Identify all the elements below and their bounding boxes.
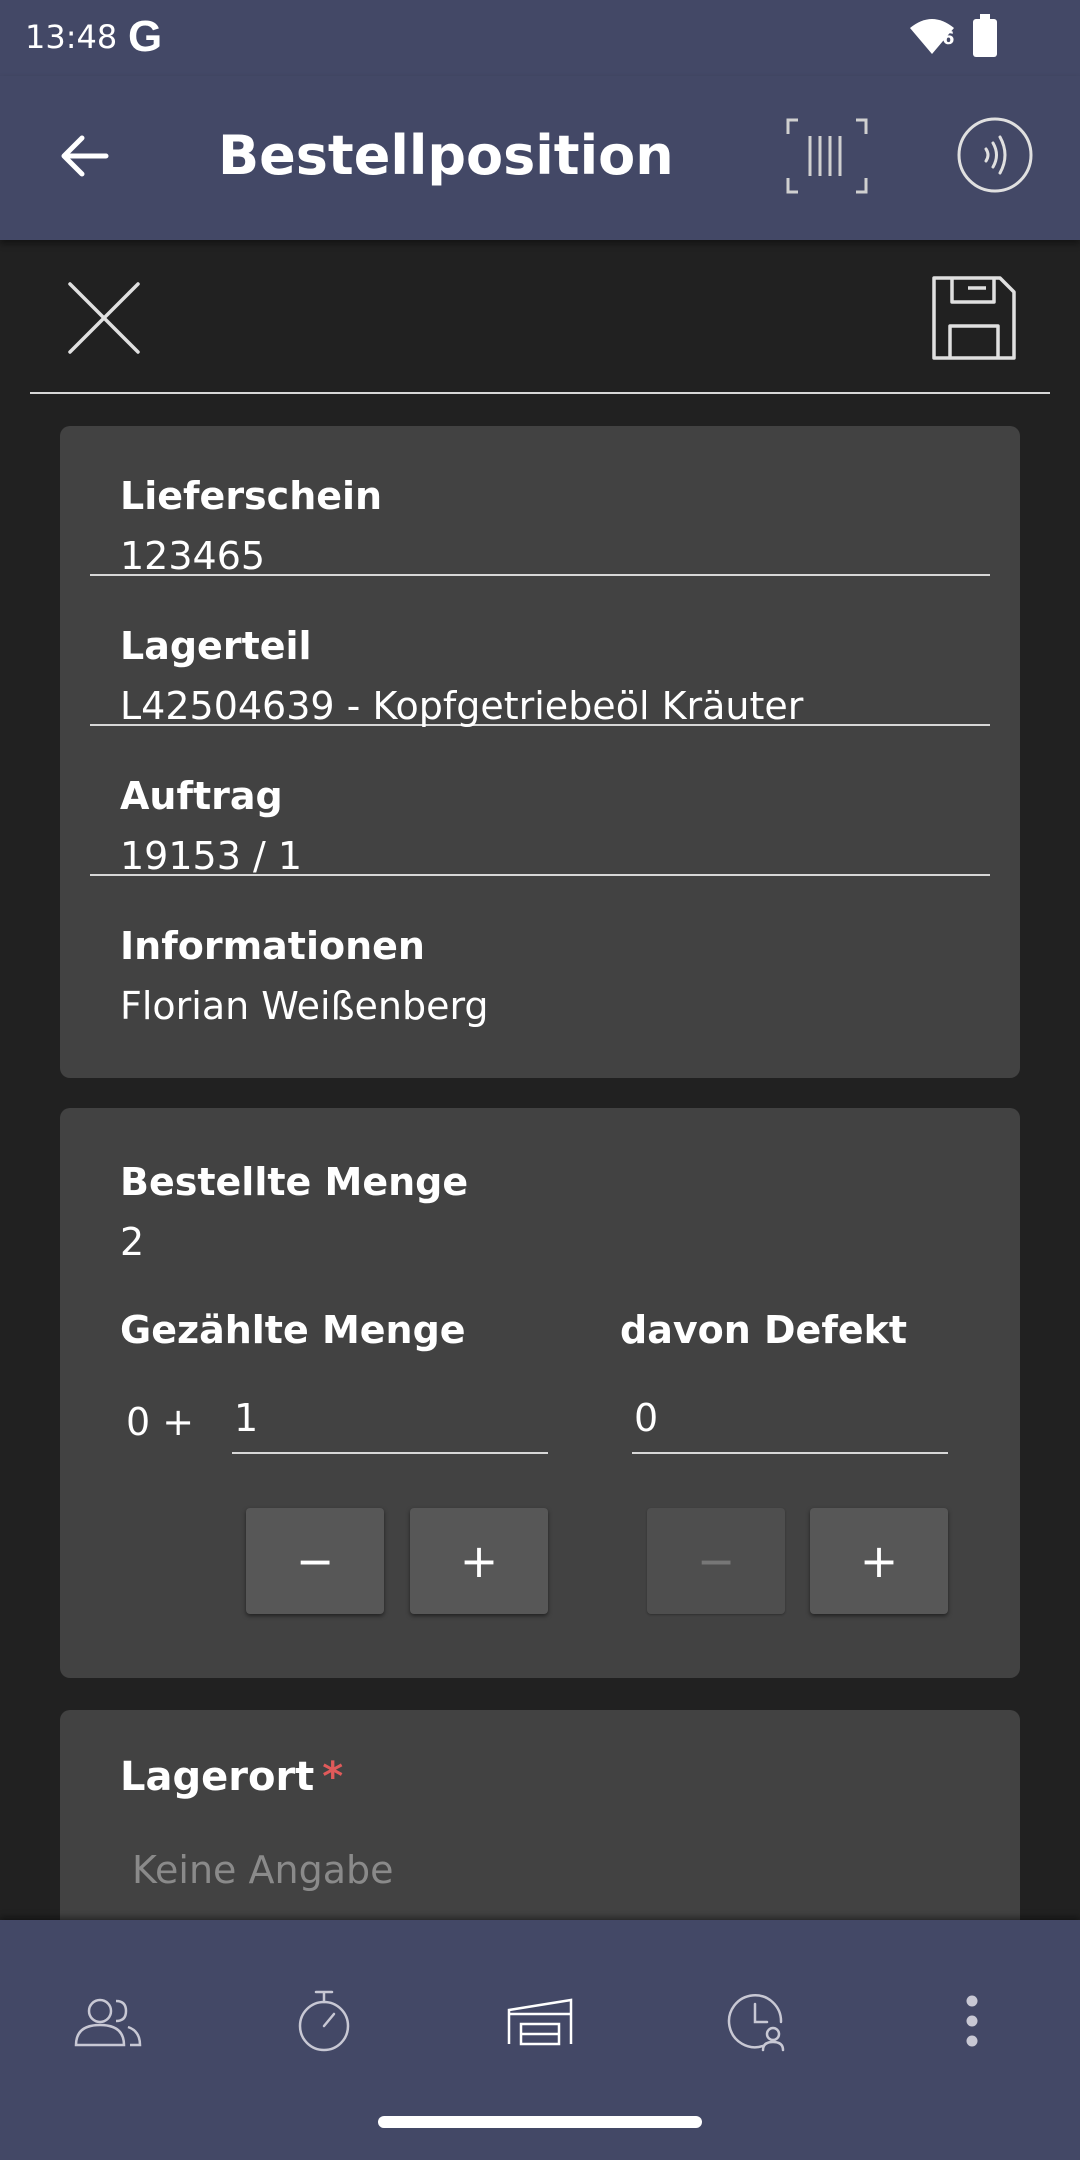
info-label: Lieferschein [120,474,383,518]
close-icon [68,282,140,354]
bottom-navigation [0,1920,1080,2160]
home-indicator[interactable] [378,2116,702,2128]
defect-quantity-field[interactable] [632,1384,948,1454]
arrow-left-icon [61,135,109,177]
status-time: 13:48 [25,18,118,56]
status-bar: 13:48 G 6 [0,0,1080,76]
ordered-quantity-value: 2 [120,1220,145,1264]
storage-location-label: Lagerort * [120,1754,343,1800]
counted-quantity-prefix: 0 + [126,1400,195,1444]
defect-increment-button[interactable]: + [810,1508,948,1614]
info-label: Auftrag [120,774,283,818]
save-button[interactable] [928,272,1020,364]
nav-stopwatch[interactable] [274,1976,374,2066]
battery-icon [972,14,998,62]
storage-location-card[interactable]: Lagerort * Keine Angabe [60,1710,1020,1930]
counted-increment-button[interactable]: + [410,1508,548,1614]
defect-decrement-button[interactable]: − [647,1508,785,1614]
stopwatch-icon [298,1990,350,2052]
nav-more[interactable] [922,1976,1022,2066]
info-value: Florian Weißenberg [120,984,489,1028]
required-marker: * [322,1754,344,1800]
users-icon [74,1998,142,2047]
nav-users[interactable] [58,1976,158,2066]
info-row-lieferschein: Lieferschein 123465 [90,426,990,578]
counted-quantity-label: Gezählte Menge [120,1308,466,1352]
storage-location-label-text: Lagerort [120,1754,315,1800]
order-info-card: Lieferschein 123465 Lagerteil L42504639 … [60,426,1020,1078]
nfc-icon [957,117,1033,193]
back-button[interactable] [48,120,120,192]
storage-location-placeholder[interactable]: Keine Angabe [132,1848,394,1892]
action-divider [30,392,1050,394]
defect-quantity-label: davon Defekt [620,1308,908,1352]
info-row-informationen: Informationen Florian Weißenberg [90,876,990,1028]
wifi-icon: 6 [908,16,956,60]
info-value: 19153 / 1 [120,834,303,878]
time-person-icon [727,1994,785,2052]
quantity-card: Bestellte Menge 2 Gezählte Menge davon D… [60,1108,1020,1678]
info-value: L42504639 - Kopfgetriebeöl Kräuter [120,684,804,728]
info-row-auftrag: Auftrag 19153 / 1 [90,726,990,878]
counted-quantity-input[interactable] [232,1384,548,1452]
nav-time-tracking[interactable] [706,1976,806,2066]
ordered-quantity-label: Bestellte Menge [120,1160,469,1204]
info-row-lagerteil: Lagerteil L42504639 - Kopfgetriebeöl Krä… [90,576,990,728]
more-vertical-icon [966,1995,978,2047]
app-bar: Bestellposition [0,76,1080,240]
info-label: Lagerteil [120,624,312,668]
counted-quantity-field[interactable] [232,1384,548,1454]
close-button[interactable] [62,276,146,360]
counted-decrement-button[interactable]: − [246,1508,384,1614]
warehouse-icon [507,1998,573,2046]
barcode-scan-icon [786,118,868,194]
save-icon [932,276,1016,360]
defect-quantity-input[interactable] [632,1384,948,1452]
wifi-badge: 6 [942,28,955,49]
nfc-button[interactable] [956,116,1034,194]
google-icon: G [128,12,163,61]
nav-warehouse[interactable] [490,1976,590,2066]
info-label: Informationen [120,924,425,968]
info-value: 123465 [120,534,266,578]
page-title: Bestellposition [218,124,674,187]
barcode-scan-button[interactable] [784,116,870,196]
